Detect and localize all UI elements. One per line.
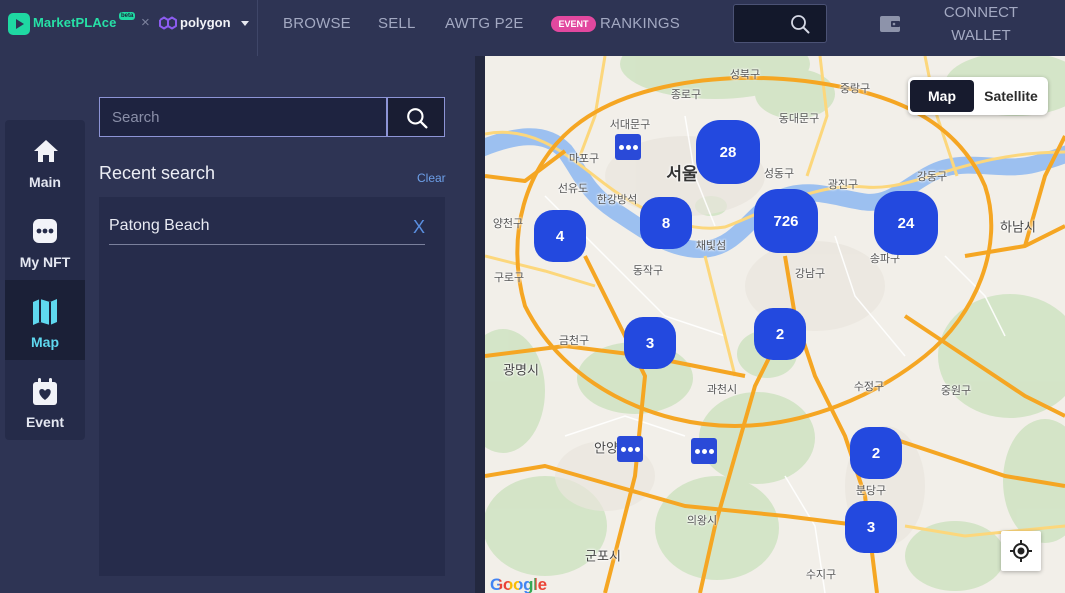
cluster-marker[interactable]: 3 [845,501,897,553]
sidenav-item-label: Event [25,414,65,430]
logo-text[interactable]: MarketPLAce [33,15,116,30]
cluster-marker[interactable]: 24 [874,191,938,255]
side-nav: Main My NFT Map Event [5,120,85,440]
map-place-label: 동대문구 [778,113,820,125]
item-divider [109,244,425,245]
chevron-down-icon[interactable] [241,21,249,26]
connect-wallet-line2: WALLET [951,27,1011,44]
connect-wallet-button[interactable]: CONNECT WALLET [941,1,1021,47]
map-place-label: 금천구 [558,335,590,347]
sidenav-item-map[interactable]: Map [5,280,85,360]
map-place-label: 분당구 [855,485,887,497]
cluster-marker[interactable]: 2 [754,308,806,360]
sidenav-item-label: Main [29,174,61,190]
header-search-box[interactable] [733,4,827,43]
clear-recent-button[interactable]: Clear [417,171,446,185]
map-view[interactable]: 성북구 종로구 서대문구 동대문구 중랑구 마포구 서울 성동구 광진구 강동구… [485,56,1065,593]
event-badge: EVENT [551,16,596,32]
polygon-logo-icon [159,16,177,30]
connect-wallet-line1: CONNECT [943,4,1019,21]
map-type-satellite-button[interactable]: Satellite [974,80,1048,112]
remove-recent-button[interactable]: X [413,217,425,238]
sidenav-item-main[interactable]: Main [5,120,85,200]
cluster-marker[interactable]: 8 [640,197,692,249]
cluster-marker[interactable]: 2 [850,427,902,479]
recent-search-item[interactable]: Patong Beach [109,217,210,235]
map-place-label: 수정구 [853,381,885,393]
map-place-label: 동작구 [632,265,664,277]
sidenav-item-label: My NFT [19,254,71,270]
map-place-label: 군포시 [585,548,621,564]
map-place-label: 선유도 [557,183,589,195]
map-place-label: 구로구 [493,272,525,284]
my-location-button[interactable] [1001,531,1041,571]
nav-browse[interactable]: BROWSE [283,15,351,32]
sidenav-item-event[interactable]: Event [5,360,85,440]
top-header: MarketPLAce beta × polygon BROWSE SELL A… [0,0,1065,56]
my-location-icon [1010,540,1032,562]
map-type-control: Map Satellite [908,77,1048,115]
nav-sell[interactable]: SELL [378,15,416,32]
map-place-label: 수지구 [805,569,837,581]
map-place-label: 양천구 [492,218,524,230]
map-place-label: 중원구 [940,385,972,397]
wallet-icon[interactable] [879,15,901,33]
cluster-marker[interactable]: 28 [696,120,760,184]
google-logo[interactable]: Google [490,575,547,593]
nav-awtg-p2e[interactable]: AWTG P2E [445,15,524,32]
cluster-marker[interactable]: 726 [754,189,818,253]
sidenav-item-label: Map [31,334,59,350]
map-city-label: 서울 [666,164,698,184]
map-place-label: 마포구 [568,153,600,165]
beta-badge: beta [119,12,136,20]
recent-search-list: Patong Beach X [99,197,445,576]
search-icon [407,108,428,129]
map-place-label: 성동구 [763,168,795,180]
map-place-label: 채빛섬 [695,240,727,252]
recent-search-title: Recent search [99,163,216,183]
location-search-input[interactable] [99,97,387,137]
map-place-label: 강남구 [794,268,826,280]
search-icon[interactable] [790,14,810,34]
polygon-logo-text: polygon [180,15,231,30]
map-place-label: 서대문구 [609,119,651,131]
map-place-label: 성북구 [729,69,761,81]
map-place-label: 광진구 [827,179,859,191]
nft-icon [33,219,57,243]
map-place-label: 광명시 [503,362,539,378]
map-place-label: 종로구 [670,89,702,101]
sidenav-item-my-nft[interactable]: My NFT [5,200,85,280]
map-place-label: 강동구 [916,171,948,183]
cluster-marker[interactable]: 4 [534,210,586,262]
map-place-label: 한강방석 [596,194,638,206]
more-dots-icon[interactable] [617,436,643,462]
header-divider [257,0,258,56]
map-type-map-button[interactable]: Map [910,80,974,112]
location-search-button[interactable] [387,97,445,137]
panel-scroll-track[interactable] [475,56,485,593]
play-logo-icon[interactable] [8,13,30,35]
more-dots-icon[interactable] [691,438,717,464]
map-place-label: 하남시 [1000,219,1036,235]
more-dots-icon[interactable] [615,134,641,160]
collab-cross: × [141,14,150,31]
map-place-label: 중랑구 [839,83,871,95]
map-place-label: 과천시 [706,384,738,396]
map-place-label: 의왕시 [686,515,718,527]
event-calendar-icon [33,378,57,405]
cluster-marker[interactable]: 3 [624,317,676,369]
map-icon [33,299,57,325]
home-icon [34,140,58,162]
nav-rankings[interactable]: RANKINGS [600,15,680,32]
map-place-label: 안양 [594,440,618,456]
